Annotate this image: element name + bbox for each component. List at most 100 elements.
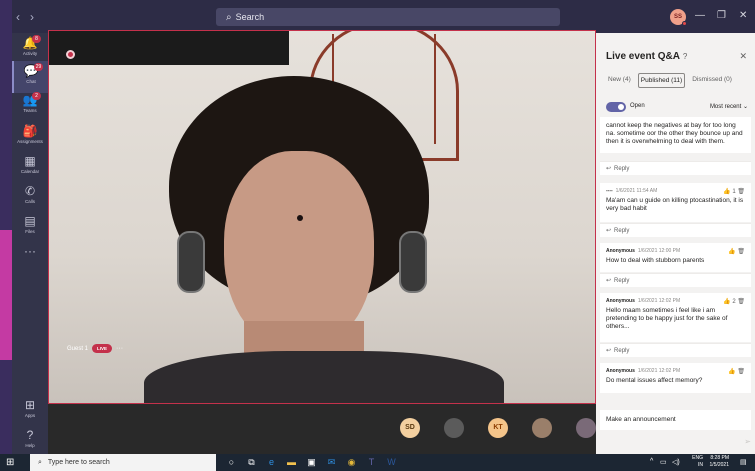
toggle-label: Open bbox=[630, 103, 645, 109]
like-count: 2 bbox=[732, 299, 736, 305]
participant-avatar[interactable] bbox=[444, 418, 464, 438]
teams-icon[interactable]: T bbox=[366, 457, 377, 468]
notifications-icon[interactable]: ▤ bbox=[740, 458, 747, 466]
taskbar-search-input[interactable]: ⌕ Type here to search bbox=[30, 454, 216, 471]
thumbs-up-icon[interactable]: 👍 bbox=[723, 189, 730, 195]
presenter-label: Guest 1 LIVE ··· bbox=[67, 344, 123, 353]
qa-item-header: Anonymous 1/6/2021 12:02 PM 👍 2 🗑 bbox=[606, 298, 745, 307]
rail-item-teams[interactable]: 👥 Teams 2 bbox=[12, 90, 48, 122]
reply-label: Reply bbox=[614, 166, 630, 172]
rail-item-label: Apps bbox=[24, 413, 36, 418]
volume-icon[interactable]: ◁) bbox=[672, 458, 680, 466]
qa-actions: 👍 🗑 bbox=[728, 368, 745, 375]
clock[interactable]: 8:28 PM 1/5/2021 bbox=[710, 455, 729, 469]
thumbs-up-icon[interactable]: 👍 bbox=[723, 299, 730, 305]
qa-item-header: Anonymous 1/6/2021 12:02 PM 👍 🗑 bbox=[606, 368, 745, 377]
tab-dismissed[interactable]: Dismissed (0) bbox=[690, 73, 734, 88]
tab-published[interactable]: Published (11) bbox=[637, 73, 686, 88]
participant-avatar[interactable] bbox=[576, 418, 596, 438]
qa-title-text: Live event Q&A bbox=[606, 51, 680, 62]
qa-item: ---- 1/6/2021 11:54 AM 👍 1 🗑 Ma'am can u … bbox=[600, 183, 751, 222]
sort-dropdown[interactable]: Most recent ⌄ bbox=[710, 103, 748, 110]
reply-icon: ↩ bbox=[606, 278, 612, 284]
language-code: ENG bbox=[692, 455, 703, 461]
qa-time: 1/6/2021 12:00 PM bbox=[637, 248, 681, 254]
rail-item-calendar[interactable]: ▦ Calendar bbox=[12, 151, 48, 183]
reply-icon: ↩ bbox=[606, 348, 612, 354]
rail-item-calls[interactable]: ✆ Calls bbox=[12, 181, 48, 213]
help-icon: ? bbox=[26, 428, 34, 442]
status-dot bbox=[682, 21, 687, 26]
rail-item-help[interactable]: ? Help bbox=[12, 425, 48, 457]
rail-item-more[interactable]: ··· bbox=[12, 241, 48, 273]
delete-icon[interactable]: 🗑 bbox=[737, 369, 745, 375]
edge-icon[interactable]: e bbox=[266, 457, 277, 468]
back-button[interactable]: ‹ bbox=[16, 10, 30, 24]
bell-icon: 🔔 bbox=[22, 36, 38, 50]
send-icon[interactable]: ➢ bbox=[744, 437, 751, 446]
reply-button[interactable]: ↩ Reply bbox=[600, 223, 751, 237]
chevron-up-icon[interactable]: ^ bbox=[650, 458, 653, 465]
rail-item-label: Chat bbox=[26, 79, 36, 84]
rail-item-chat[interactable]: 💬 Chat 29 bbox=[12, 61, 48, 93]
file-explorer-icon[interactable]: ▬ bbox=[286, 457, 297, 468]
mail-icon[interactable]: ✉ bbox=[326, 457, 337, 468]
close-button[interactable]: ✕ bbox=[739, 10, 747, 21]
video-scene-shirt bbox=[144, 351, 504, 403]
teams-icon: 👥 bbox=[22, 93, 38, 107]
task-view-icon[interactable]: ⧉ bbox=[246, 457, 257, 468]
teams-window: ‹› ⌕ Search SS — ❐ ✕ 🔔 Activity 8 💬 Chat 29 👥… bbox=[12, 0, 755, 454]
file-icon: ▤ bbox=[24, 214, 36, 228]
announcement-input[interactable]: Make an announcement bbox=[600, 410, 751, 430]
thumbs-up-icon[interactable]: 👍 bbox=[728, 249, 735, 255]
tab-new[interactable]: New (4) bbox=[606, 73, 633, 88]
network-icon[interactable]: ▭ bbox=[660, 458, 667, 466]
windows-start-icon[interactable]: ⊞ bbox=[6, 457, 14, 468]
backpack-icon: 🎒 bbox=[22, 124, 38, 138]
avatar[interactable]: SS bbox=[670, 9, 687, 26]
participant-avatar-kt[interactable]: KT bbox=[488, 418, 508, 438]
badge: 2 bbox=[32, 92, 41, 100]
search-input[interactable]: ⌕ Search bbox=[216, 8, 560, 26]
delete-icon[interactable]: 🗑 bbox=[737, 249, 745, 255]
qa-title: Live event Q&A? bbox=[606, 51, 687, 62]
calendar-icon: ▦ bbox=[24, 154, 36, 168]
rail-item-assignments[interactable]: 🎒 Assignments bbox=[12, 121, 48, 153]
reply-label: Reply bbox=[614, 228, 630, 234]
forward-button[interactable]: › bbox=[30, 10, 44, 24]
participant-strip: SD KT bbox=[48, 404, 596, 454]
app-rail: 🔔 Activity 8 💬 Chat 29 👥 Teams 2 🎒 Assignments … bbox=[12, 33, 48, 454]
delete-icon[interactable]: 🗑 bbox=[737, 189, 745, 195]
maximize-button[interactable]: ❐ bbox=[717, 10, 726, 21]
reply-button[interactable]: ↩ Reply bbox=[600, 273, 751, 287]
region-code: IN bbox=[698, 462, 703, 468]
open-toggle[interactable] bbox=[606, 102, 626, 112]
reply-label: Reply bbox=[614, 348, 630, 354]
chrome-icon[interactable]: ◉ bbox=[346, 457, 357, 468]
qa-item: cannot keep the negatives at bay for too… bbox=[600, 117, 751, 153]
participant-avatar-sd[interactable]: SD bbox=[400, 418, 420, 438]
close-icon[interactable]: ✕ bbox=[739, 51, 747, 62]
reply-icon: ↩ bbox=[606, 228, 612, 234]
video-stage[interactable]: Guest 1 LIVE ··· bbox=[48, 30, 596, 404]
more-options-button[interactable]: ··· bbox=[116, 345, 123, 352]
thumbs-up-icon[interactable]: 👍 bbox=[728, 369, 735, 375]
video-scene-cabinet bbox=[49, 31, 289, 65]
rail-item-files[interactable]: ▤ Files bbox=[12, 211, 48, 243]
cortana-icon[interactable]: ○ bbox=[226, 457, 237, 468]
participant-avatar[interactable] bbox=[532, 418, 552, 438]
rail-item-apps[interactable]: ⊞ Apps bbox=[12, 395, 48, 427]
word-icon[interactable]: W bbox=[386, 457, 397, 468]
qa-actions: 👍 2 🗑 bbox=[723, 298, 745, 305]
qa-item-text: Hello maam sometimes i feel like i am pr… bbox=[606, 307, 728, 330]
rail-item-label: Teams bbox=[23, 108, 37, 113]
store-icon[interactable]: ▣ bbox=[306, 457, 317, 468]
reply-button[interactable]: ↩ Reply bbox=[600, 343, 751, 357]
qa-item-text: How to deal with stubborn parents bbox=[606, 257, 705, 264]
badge: 29 bbox=[34, 63, 43, 71]
language-indicator[interactable]: ENG IN bbox=[692, 455, 703, 469]
delete-icon[interactable]: 🗑 bbox=[737, 299, 745, 305]
help-icon[interactable]: ? bbox=[683, 52, 687, 61]
minimize-button[interactable]: — bbox=[695, 10, 705, 21]
reply-button[interactable]: ↩ Reply bbox=[600, 161, 751, 175]
